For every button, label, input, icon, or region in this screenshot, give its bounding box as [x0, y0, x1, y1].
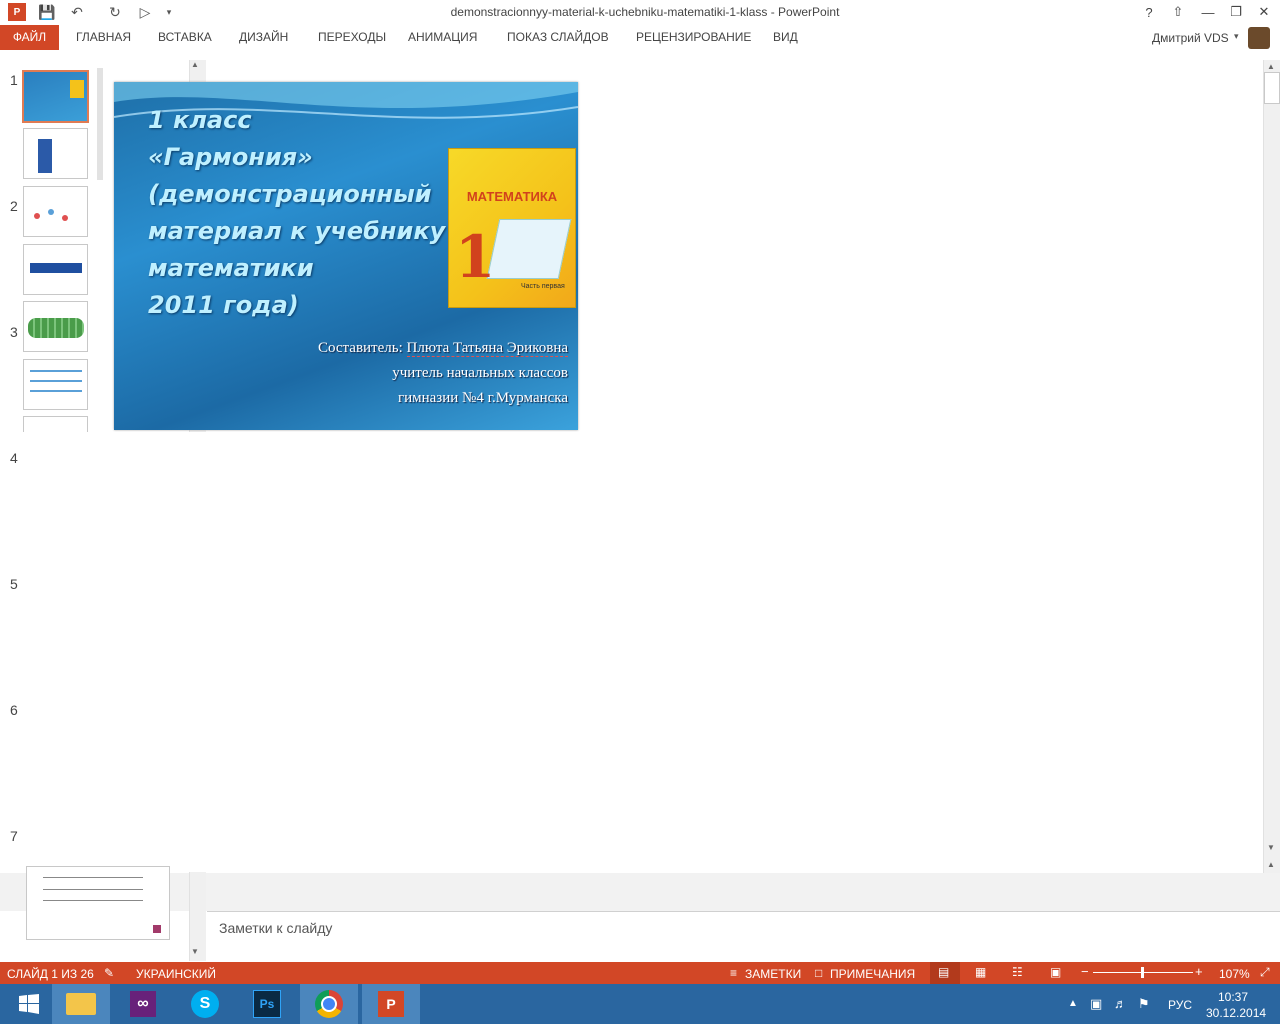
- skype-icon[interactable]: S: [176, 984, 234, 1024]
- fit-slide-icon[interactable]: ⤢: [1260, 965, 1270, 980]
- slideshow-view-icon[interactable]: ▣: [1050, 965, 1061, 979]
- notes-button[interactable]: ЗАМЕТКИ: [745, 967, 801, 981]
- tab-design[interactable]: ДИЗАЙН: [239, 25, 288, 50]
- slide-scrollbar[interactable]: [1263, 60, 1280, 890]
- window-title: demonstracionnyy-material-k-uchebniku-ma…: [450, 5, 840, 19]
- user-dropdown-icon[interactable]: ▾: [1234, 31, 1239, 42]
- thumb-number: 5: [10, 576, 18, 592]
- tab-insert[interactable]: ВСТАВКА: [158, 25, 212, 50]
- scroll-up-icon[interactable]: ▲: [1267, 62, 1275, 71]
- start-slideshow-icon[interactable]: ▷: [136, 3, 154, 21]
- zoom-out-icon[interactable]: −: [1081, 964, 1089, 979]
- thumb-number: 3: [10, 324, 18, 340]
- ribbon-display-icon[interactable]: ⇧: [1166, 2, 1190, 22]
- thumb-number: 1: [10, 72, 18, 88]
- slide-title-line: 1 класс: [148, 106, 252, 134]
- slide-canvas[interactable]: 1 класс «Гармония» (демонстрационный мат…: [114, 82, 578, 430]
- thumbnail-scroll-thumb[interactable]: [97, 68, 103, 180]
- photoshop-icon[interactable]: Ps: [238, 984, 296, 1024]
- chrome-icon[interactable]: [300, 984, 358, 1024]
- slide-title-line: математики: [148, 254, 314, 282]
- notes-placeholder[interactable]: Заметки к слайду: [219, 920, 332, 936]
- clock-date[interactable]: 30.12.2014: [1206, 1006, 1266, 1020]
- book-part: Часть первая: [521, 283, 565, 290]
- input-language[interactable]: РУС: [1168, 998, 1192, 1012]
- thumbnail-slide-8[interactable]: [26, 866, 170, 940]
- network-icon[interactable]: ▣: [1090, 996, 1102, 1012]
- author-prefix: Составитель:: [318, 340, 407, 356]
- clock-time[interactable]: 10:37: [1218, 990, 1248, 1004]
- author-position: учитель начальных классов: [392, 365, 568, 381]
- author-school: гимназии №4 г.Мурманска: [397, 390, 568, 406]
- slide-title-line: 2011 года): [148, 291, 299, 319]
- author-name: Плюта Татьяна Эриковна: [406, 340, 568, 357]
- tab-view[interactable]: ВИД: [773, 25, 798, 50]
- thumbnail-slide-3[interactable]: [23, 186, 88, 237]
- customize-qat-icon[interactable]: ▾: [160, 3, 178, 21]
- slide-title[interactable]: 1 класс «Гармония» (демонстрационный мат…: [148, 102, 458, 324]
- powerpoint-taskbar-icon[interactable]: P: [362, 984, 420, 1024]
- thumb-number: 2: [10, 198, 18, 214]
- start-icon[interactable]: [0, 984, 58, 1024]
- thumbnail-slide-1[interactable]: [22, 70, 89, 123]
- book-title: МАТЕМАТИКА: [466, 189, 558, 204]
- tab-home[interactable]: ГЛАВНАЯ: [76, 25, 131, 50]
- zoom-level[interactable]: 107%: [1219, 967, 1250, 981]
- zoom-slider-thumb[interactable]: [1141, 967, 1144, 978]
- thumb-number: 7: [10, 828, 18, 844]
- thumb-number: 6: [10, 702, 18, 718]
- slide-title-line: «Гармония»: [148, 143, 313, 171]
- comments-button[interactable]: ПРИМЕЧАНИЯ: [830, 967, 915, 981]
- slide-title-line: (демонстрационный: [148, 180, 432, 208]
- user-name[interactable]: Дмитрий VDS: [1152, 31, 1229, 45]
- normal-view-icon: ▤: [938, 965, 950, 979]
- slide-scroll-thumb[interactable]: [1264, 72, 1280, 104]
- book-number: 1: [455, 223, 496, 291]
- close-icon[interactable]: ✕: [1252, 2, 1276, 22]
- scroll-down-icon[interactable]: ▼: [1267, 843, 1275, 852]
- prev-slide-icon[interactable]: ▲: [1267, 860, 1275, 869]
- powerpoint-logo-icon[interactable]: P: [8, 3, 26, 21]
- slide-title-line: материал к учебнику: [148, 217, 446, 245]
- thumb-number: 4: [10, 450, 18, 466]
- thumbnail-slide-4[interactable]: [23, 244, 88, 295]
- tab-transitions[interactable]: ПЕРЕХОДЫ: [318, 25, 386, 50]
- slide-sorter-icon[interactable]: ▦: [975, 965, 986, 979]
- book-sheet-illustration: [486, 219, 572, 279]
- scroll-down-icon[interactable]: ▼: [191, 947, 199, 956]
- avatar[interactable]: [1248, 27, 1270, 49]
- thumbnail-slide-2[interactable]: [23, 128, 88, 179]
- tab-review[interactable]: РЕЦЕНЗИРОВАНИЕ: [636, 25, 751, 50]
- save-icon[interactable]: 💾: [38, 3, 56, 21]
- slide-author-block[interactable]: Составитель: Плюта Татьяна Эриковна учит…: [234, 336, 568, 411]
- visual-studio-icon[interactable]: ∞: [114, 984, 172, 1024]
- comments-icon[interactable]: □: [815, 966, 822, 980]
- notes-pane[interactable]: [207, 911, 1280, 962]
- file-explorer-icon[interactable]: [52, 984, 110, 1024]
- blank-overlay: [20, 432, 1251, 872]
- zoom-in-icon[interactable]: +: [1195, 964, 1203, 979]
- spellcheck-icon[interactable]: ✎: [104, 966, 114, 980]
- thumbnail-slide-5[interactable]: [23, 301, 88, 352]
- language-indicator[interactable]: УКРАИНСКИЙ: [136, 967, 216, 981]
- undo-icon[interactable]: ↶: [68, 3, 86, 21]
- thumbnail-slide-6[interactable]: [23, 359, 88, 410]
- help-icon[interactable]: ?: [1137, 2, 1161, 22]
- action-center-flag-icon[interactable]: ⚑: [1138, 996, 1150, 1012]
- slide-counter: СЛАЙД 1 ИЗ 26: [7, 967, 94, 981]
- tab-slideshow[interactable]: ПОКАЗ СЛАЙДОВ: [507, 25, 609, 50]
- textbook-cover-image[interactable]: МАТЕМАТИКА 1 Часть первая: [448, 148, 576, 308]
- volume-icon[interactable]: ♬: [1114, 996, 1127, 1011]
- tray-expand-icon[interactable]: ▲: [1068, 998, 1078, 1009]
- scroll-up-icon[interactable]: ▲: [191, 60, 199, 69]
- restore-icon[interactable]: ❐: [1224, 2, 1248, 22]
- reading-view-icon[interactable]: ☷: [1012, 965, 1023, 979]
- redo-icon[interactable]: ↻: [106, 3, 124, 21]
- notes-icon[interactable]: ≡: [730, 966, 737, 980]
- tab-file[interactable]: ФАЙЛ: [0, 25, 59, 50]
- minimize-icon[interactable]: —: [1196, 2, 1220, 22]
- tab-animations[interactable]: АНИМАЦИЯ: [408, 25, 477, 50]
